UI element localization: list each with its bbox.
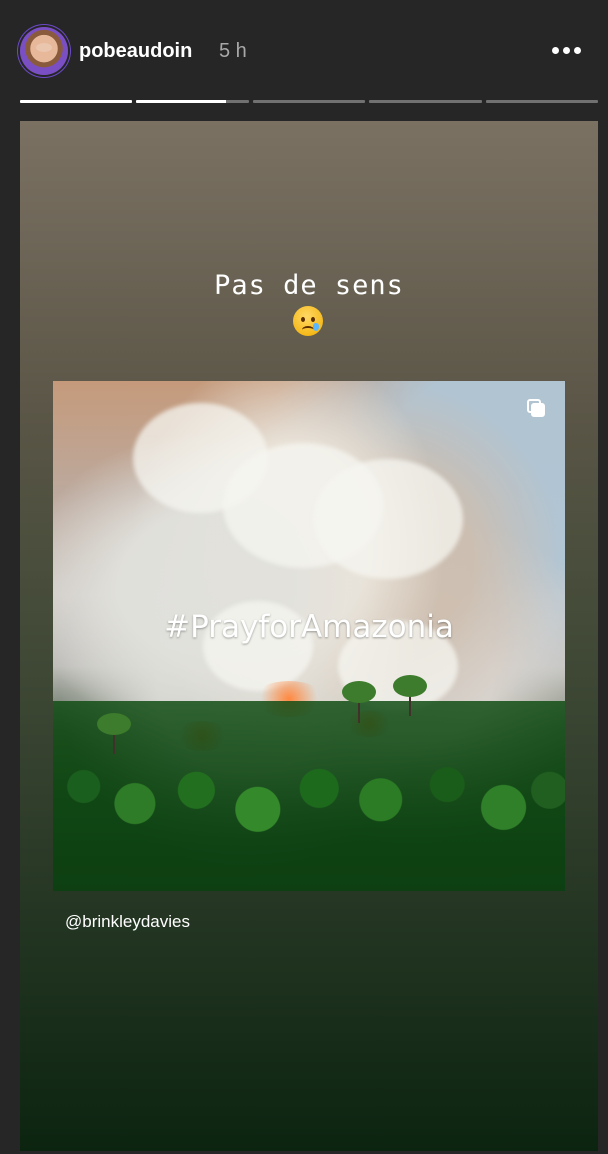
- story-progress: [20, 100, 599, 104]
- progress-segment: [20, 100, 133, 103]
- story-viewer: pobeaudoin 5 h Pas de sens #PrayforAmazo…: [0, 0, 608, 1154]
- tree-canopy: [342, 681, 376, 703]
- avatar-face: [36, 43, 52, 52]
- emoji-eye: [301, 317, 305, 322]
- more-options-button[interactable]: [540, 35, 592, 65]
- tree-canopy: [97, 713, 131, 735]
- progress-segment: [252, 100, 366, 103]
- story-content[interactable]: Pas de sens #PrayforAmazonia @brinkleyda…: [20, 121, 598, 1151]
- story-header: pobeaudoin 5 h: [0, 0, 608, 100]
- ellipsis-icon: [573, 46, 581, 54]
- smoke-cloud: [313, 459, 463, 579]
- avatar[interactable]: [20, 27, 68, 75]
- ellipsis-icon: [551, 46, 559, 54]
- shared-post-image[interactable]: #PrayforAmazonia: [53, 381, 565, 891]
- ellipsis-icon: [562, 46, 570, 54]
- story-timestamp: 5 h: [219, 40, 247, 62]
- rainforest-canopy: [53, 701, 565, 891]
- progress-fill: [136, 100, 227, 103]
- multiple-images-icon: [527, 399, 545, 417]
- username[interactable]: pobeaudoin: [79, 39, 192, 63]
- multiple-images-icon-front: [531, 403, 545, 417]
- emoji-eye: [311, 317, 315, 322]
- mention-link[interactable]: @brinkleydavies: [65, 911, 190, 933]
- progress-segment: [369, 100, 482, 103]
- progress-fill: [20, 100, 133, 103]
- progress-segment: [485, 100, 599, 103]
- tree-canopy: [393, 675, 427, 697]
- image-overlay-text: #PrayforAmazonia: [164, 609, 454, 645]
- progress-segment: [136, 100, 249, 103]
- crying-face-icon: [293, 306, 323, 336]
- emoji-tear: [313, 323, 319, 331]
- story-caption: Pas de sens: [214, 270, 404, 301]
